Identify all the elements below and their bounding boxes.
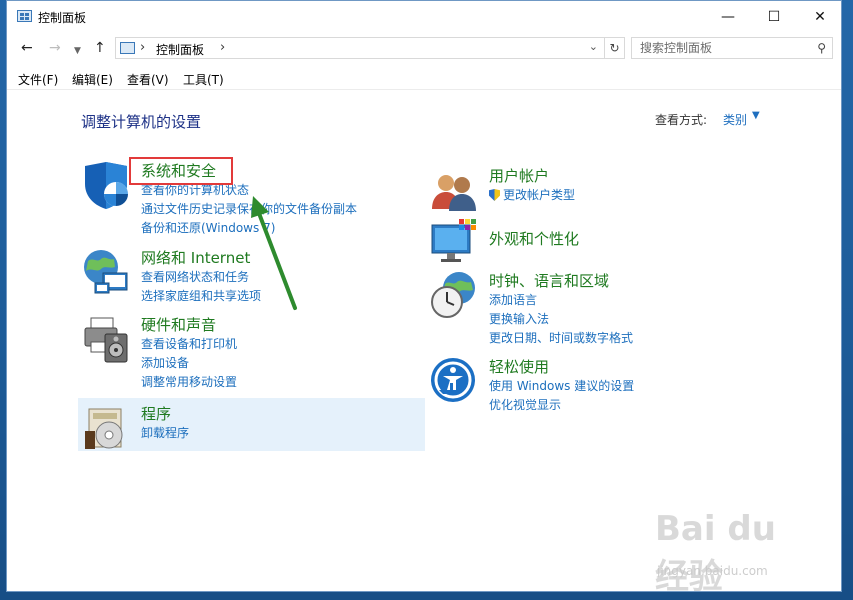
shield-icon[interactable] <box>81 160 131 210</box>
link-text: 更改帐户类型 <box>503 188 576 202</box>
menu-file[interactable]: 文件(F) <box>18 71 58 88</box>
maximize-button[interactable]: ☐ <box>751 1 797 32</box>
link-windows-recommended-settings[interactable]: 使用 Windows 建议的设置 <box>489 377 634 396</box>
page-title: 调整计算机的设置 <box>81 113 202 131</box>
link-network-status[interactable]: 查看网络状态和任务 <box>141 268 261 287</box>
category-hardware-sound: 硬件和声音 查看设备和打印机 添加设备 调整常用移动设置 <box>81 314 421 389</box>
breadcrumb-control-panel[interactable]: 控制面板 <box>156 41 204 58</box>
navigation-bar: ← → ▼ ↑ › 控制面板 › ⌄ ↻ ⚲ <box>7 32 841 64</box>
category-heading[interactable]: 外观和个性化 <box>489 228 579 249</box>
address-dropdown-icon[interactable]: ⌄ <box>589 40 598 53</box>
recent-dropdown-icon[interactable]: ▼ <box>74 43 81 59</box>
category-heading[interactable]: 硬件和声音 <box>141 314 216 335</box>
category-heading[interactable]: 程序 <box>141 403 171 424</box>
breadcrumb-chevron-icon[interactable]: › <box>220 40 225 55</box>
category-heading[interactable]: 轻松使用 <box>489 356 549 377</box>
category-user-accounts: 用户帐户 更改帐户类型 <box>429 165 769 211</box>
link-devices-printers[interactable]: 查看设备和打印机 <box>141 335 237 354</box>
category-programs: 程序 卸载程序 <box>81 403 421 449</box>
forward-arrow-icon[interactable]: → <box>49 40 61 56</box>
ease-of-access-icon[interactable] <box>429 356 479 406</box>
watermark-url: jingyan.baidu.com <box>657 564 768 578</box>
watermark-brand: Bai du 经验 <box>655 509 776 592</box>
menu-view[interactable]: 查看(V) <box>127 71 169 88</box>
menu-edit[interactable]: 编辑(E) <box>72 71 113 88</box>
main-content: 调整计算机的设置 查看方式: 类别 ▼ 系统和安全 查看你的计算机状态 通过文件… <box>7 90 841 591</box>
control-panel-window: 控制面板 — ☐ ✕ ← → ▼ ↑ › 控制面板 › ⌄ ↻ ⚲ 文件(F) … <box>6 0 842 592</box>
printer-icon[interactable] <box>81 314 131 364</box>
link-uninstall-program[interactable]: 卸载程序 <box>141 424 189 443</box>
link-add-language[interactable]: 添加语言 <box>489 291 633 310</box>
clock-globe-icon[interactable] <box>429 270 479 320</box>
category-appearance: 外观和个性化 <box>429 217 769 267</box>
category-system-security: 系统和安全 查看你的计算机状态 通过文件历史记录保存你的文件备份副本 备份和还原… <box>81 160 421 240</box>
control-panel-small-icon <box>120 42 135 54</box>
close-button[interactable]: ✕ <box>797 1 841 32</box>
category-ease-of-access: 轻松使用 使用 Windows 建议的设置 优化视觉显示 <box>429 356 769 412</box>
category-heading[interactable]: 用户帐户 <box>489 165 549 186</box>
refresh-icon: ↻ <box>609 41 620 55</box>
link-view-computer-status[interactable]: 查看你的计算机状态 <box>141 181 357 200</box>
window-title: 控制面板 <box>38 11 87 25</box>
search-box[interactable]: ⚲ <box>631 37 833 59</box>
category-network-internet: 网络和 Internet 查看网络状态和任务 选择家庭组和共享选项 <box>81 247 421 307</box>
link-optimize-visual-display[interactable]: 优化视觉显示 <box>489 396 634 415</box>
title-bar[interactable]: 控制面板 — ☐ ✕ <box>7 1 841 32</box>
link-mobility-settings[interactable]: 调整常用移动设置 <box>141 373 237 392</box>
up-arrow-icon[interactable]: ↑ <box>94 40 106 56</box>
uac-shield-icon <box>489 189 500 201</box>
link-change-input-method[interactable]: 更换输入法 <box>489 310 633 329</box>
link-backup-restore[interactable]: 备份和还原(Windows 7) <box>141 219 357 238</box>
search-icon[interactable]: ⚲ <box>817 41 826 55</box>
view-by-label: 查看方式: <box>655 113 708 127</box>
view-by-dropdown[interactable]: 类别 <box>723 111 747 128</box>
baidu-watermark: Bai du 经验 jingyan.baidu.com <box>655 509 815 591</box>
address-bar[interactable]: › 控制面板 › ⌄ <box>115 37 605 59</box>
breadcrumb-separator-icon[interactable]: › <box>140 40 145 55</box>
back-arrow-icon[interactable]: ← <box>21 40 33 56</box>
category-heading[interactable]: 网络和 Internet <box>141 247 250 268</box>
category-heading[interactable]: 时钟、语言和区域 <box>489 270 609 291</box>
minimize-button[interactable]: — <box>705 1 751 32</box>
menu-tools[interactable]: 工具(T) <box>183 71 224 88</box>
network-globe-icon[interactable] <box>81 247 131 297</box>
link-add-device[interactable]: 添加设备 <box>141 354 237 373</box>
users-icon[interactable] <box>429 165 479 215</box>
refresh-button[interactable]: ↻ <box>605 37 625 59</box>
link-homegroup-sharing[interactable]: 选择家庭组和共享选项 <box>141 287 261 306</box>
programs-disc-icon[interactable] <box>81 403 131 453</box>
menu-bar: 文件(F) 编辑(E) 查看(V) 工具(T) <box>7 65 841 90</box>
control-panel-icon <box>17 10 32 22</box>
category-heading[interactable]: 系统和安全 <box>141 160 216 181</box>
link-file-history[interactable]: 通过文件历史记录保存你的文件备份副本 <box>141 200 357 219</box>
link-change-account-type[interactable]: 更改帐户类型 <box>489 186 575 205</box>
search-input[interactable] <box>632 38 810 58</box>
link-date-time-format[interactable]: 更改日期、时间或数字格式 <box>489 329 633 348</box>
monitor-palette-icon[interactable] <box>429 217 479 267</box>
category-clock-language-region: 时钟、语言和区域 添加语言 更换输入法 更改日期、时间或数字格式 <box>429 270 769 345</box>
view-by-caret-icon[interactable]: ▼ <box>752 110 760 121</box>
